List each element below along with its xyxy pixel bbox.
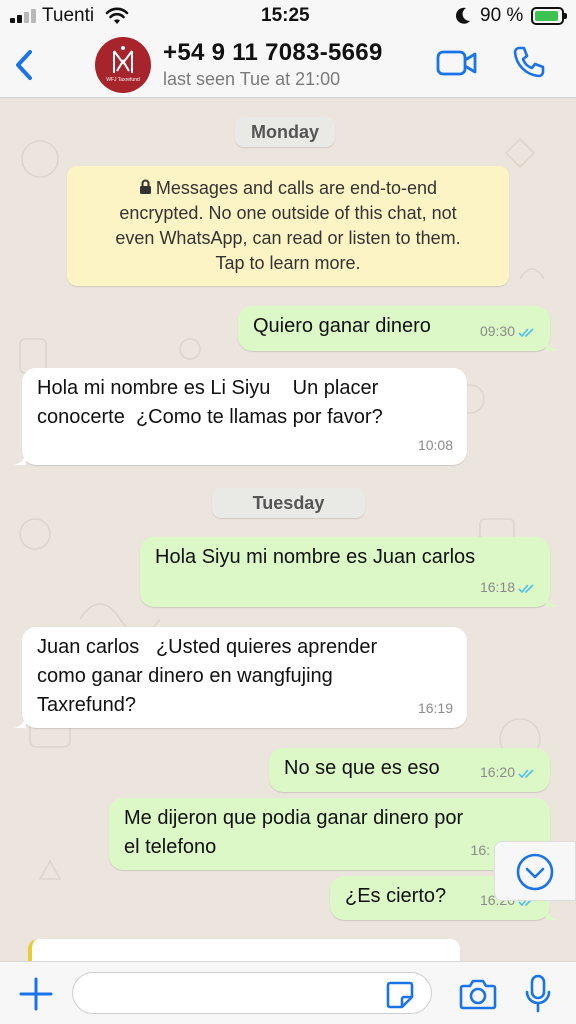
encryption-notice-line: even WhatsApp, can read or listen to the… [115,228,461,248]
battery-percent: 90 % [480,5,524,26]
bubble-tail [14,714,26,728]
contact-name[interactable]: +54 9 11 7083-5669 [163,39,383,67]
message-time: 10:08 [417,437,453,453]
message-time: 09:30 [479,323,515,339]
message-time: 16:20 [479,764,515,780]
message-meta: 09:30 [480,317,536,346]
avatar-logo-text: WFJ Taxrefund [106,77,140,83]
day-separator-tuesday: Tuesday [212,488,365,518]
avatar[interactable]: WFJ Taxrefund [95,37,151,93]
signal-icon [10,9,36,23]
camera-button[interactable] [459,978,497,1010]
bubble-tail [546,593,558,607]
moon-icon [455,7,470,24]
partial-message-card [28,939,460,961]
avatar-logo-icon [113,46,133,73]
voice-call-button[interactable] [512,45,546,79]
message-time: 16: [470,842,490,858]
chevron-down-circle-icon [516,853,554,891]
double-check-icon [518,769,534,779]
encryption-notice-line: Tap to learn more. [215,253,361,273]
plus-button[interactable] [18,976,54,1012]
day-separator-monday: Monday [235,117,336,147]
message-bubble-incoming[interactable]: Hola mi nombre es Li Siyu Un placer cono… [14,368,467,465]
bubble-tail [546,337,558,351]
chat-header: WFJ Taxrefund +54 9 11 7083-5669 last se… [0,32,576,98]
lock-icon [139,179,151,194]
status-bar: Tuenti 15:25 90 % [0,0,576,32]
encryption-notice-line: encrypted. No one outside of this chat, … [119,203,457,223]
last-seen-status: last seen Tue at 21:00 [163,69,341,89]
microphone-button[interactable] [524,974,552,1014]
encryption-notice-line: Messages and calls are end-to-end [155,178,438,198]
bubble-tail [546,906,558,920]
wifi-icon [105,7,129,24]
message-time: 16:18 [479,579,515,595]
message-bubble-outgoing[interactable]: No se que es eso 16:20 [269,748,550,792]
double-check-icon [518,584,534,594]
message-bubble-incoming[interactable]: Juan carlos ¿Usted quieres aprender como… [14,627,467,728]
message-meta: 16:20 [480,758,536,787]
scroll-to-bottom-button[interactable] [494,841,576,901]
message-text: Hola mi nombre es Li Siyu Un placer cono… [37,377,383,428]
message-text: Hola Siyu mi nombre es Juan carlos [155,546,476,568]
chat-area[interactable]: Monday Messages and calls are end-to-end… [0,99,576,961]
double-check-icon [518,328,534,338]
message-input[interactable] [72,972,432,1014]
message-bubble-outgoing[interactable]: Hola Siyu mi nombre es Juan carlos 16:18 [140,537,558,607]
video-call-button[interactable] [436,48,478,78]
battery-icon [531,7,567,25]
bubble-tail [14,451,26,465]
message-input-bar [0,961,576,1024]
message-time: 16:19 [417,700,453,716]
encryption-notice[interactable]: Messages and calls are end-to-end encryp… [67,166,509,286]
back-button[interactable] [10,46,40,84]
carrier-name: Tuenti [42,5,95,26]
message-bubble-outgoing[interactable]: Me dijeron que podia ganar dinero por el… [109,798,550,870]
message-bubble-outgoing[interactable]: Quiero ganar dinero 09:30 [238,306,558,351]
message-meta: 16:18 [480,573,536,602]
message-text: Juan carlos ¿Usted quieres aprender como… [37,636,378,716]
sticker-button[interactable] [385,980,415,1010]
status-time: 15:25 [261,5,310,26]
